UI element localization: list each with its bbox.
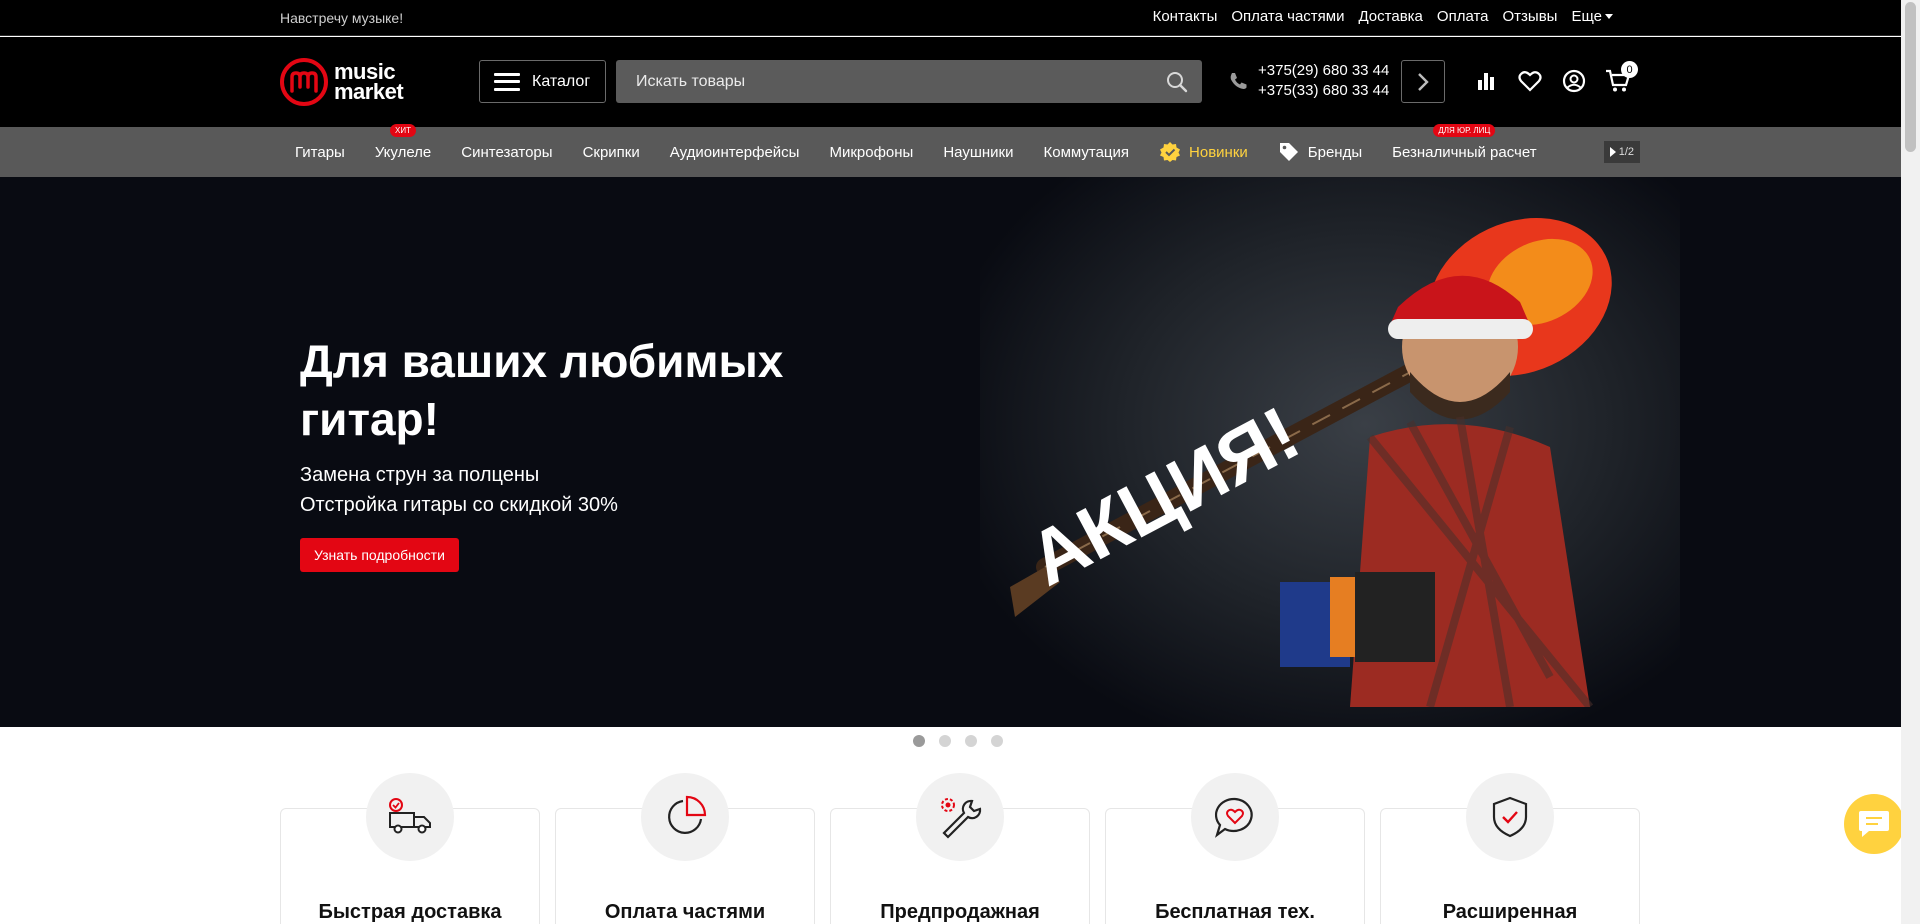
logo[interactable]: music market: [280, 57, 416, 107]
learn-more-button[interactable]: Узнать подробности: [300, 538, 459, 572]
feature-card[interactable]: Быстрая доставка: [280, 773, 540, 924]
nav-label: Коммутация: [1043, 143, 1130, 161]
nav-label: Гитары: [295, 143, 345, 161]
header: music market Каталог +375(29) 680 33 44 …: [0, 37, 1901, 127]
top-links: Контакты Оплата частями Доставка Оплата …: [1153, 8, 1613, 25]
new-badge-icon: [1160, 142, 1181, 162]
more-label: Еще: [1571, 8, 1602, 25]
legal-entities-badge: ДЛЯ ЮР. ЛИЦ: [1433, 124, 1496, 137]
nav-item-synthesizers[interactable]: Синтезаторы: [446, 127, 567, 177]
search-input[interactable]: [616, 72, 1136, 91]
page-scrollbar[interactable]: [1901, 0, 1920, 924]
slider-dots: [913, 735, 1003, 747]
pie-chart-icon: [641, 773, 729, 861]
chat-icon: [1859, 811, 1889, 837]
search-icon[interactable]: [1166, 71, 1188, 93]
slider-dot-3[interactable]: [965, 735, 977, 747]
hero-guitarist-image: АКЦИЯ!: [1010, 218, 1612, 707]
scrollbar-thumb[interactable]: [1905, 2, 1916, 152]
top-link-reviews[interactable]: Отзывы: [1503, 8, 1558, 25]
arrow-right-icon: [1609, 147, 1616, 157]
feature-title: Предпродажная: [880, 901, 1040, 923]
hero-line-2: Отстройка гитары со скидкой 30%: [300, 494, 618, 516]
top-link-payment[interactable]: Оплата: [1437, 8, 1489, 25]
header-icons: 0: [1472, 61, 1638, 95]
feature-title: Оплата частями: [604, 901, 766, 923]
chat-heart-icon: [1191, 773, 1279, 861]
nav-label: Синтезаторы: [461, 143, 553, 161]
favorites-heart-icon[interactable]: [1516, 67, 1544, 95]
logo-line-2: market: [334, 79, 404, 104]
phone-number-2[interactable]: +375(33) 680 33 44: [1258, 81, 1389, 101]
cart-count-badge: 0: [1621, 61, 1638, 78]
top-link-delivery[interactable]: Доставка: [1358, 8, 1422, 25]
delivery-truck-icon: [366, 773, 454, 861]
phone-icon: [1230, 73, 1247, 89]
tag-icon: [1279, 143, 1298, 161]
slider-dot-1[interactable]: [913, 735, 925, 747]
tagline: Навстречу музыке!: [280, 10, 404, 26]
feature-title: Расширенная: [1442, 901, 1578, 923]
menu-icon: [494, 72, 520, 91]
feature-card[interactable]: Оплата частями: [555, 773, 815, 924]
nav-label: Безналичный расчет: [1392, 143, 1537, 161]
nav-label: Скрипки: [582, 143, 640, 161]
nav-item-guitars[interactable]: Гитары: [280, 127, 360, 177]
phones: +375(29) 680 33 44 +375(33) 680 33 44: [1228, 61, 1389, 101]
wrench-gear-icon: [916, 773, 1004, 861]
nav-label: Микрофоны: [829, 143, 914, 161]
nav-item-microphones[interactable]: Микрофоны: [814, 127, 928, 177]
nav-label: Бренды: [1307, 143, 1363, 161]
cart-button[interactable]: 0: [1604, 61, 1638, 95]
features-row: Быстрая доставка Оплата частями Предпрод…: [280, 773, 1640, 924]
category-nav: Гитары ХИТ Укулеле Синтезаторы Скрипки А…: [0, 124, 1901, 177]
nav-item-headphones[interactable]: Наушники: [928, 127, 1028, 177]
slider-dot-4[interactable]: [991, 735, 1003, 747]
nav-pager-label: 1/2: [1618, 146, 1634, 158]
logo-text: music market: [334, 61, 404, 104]
top-link-more[interactable]: Еще: [1571, 8, 1613, 25]
catalog-button[interactable]: Каталог: [479, 60, 606, 103]
nav-item-ukuleles[interactable]: ХИТ Укулеле: [360, 124, 446, 177]
nav-item-brands[interactable]: Бренды: [1263, 127, 1377, 177]
top-link-installments[interactable]: Оплата частями: [1231, 8, 1344, 25]
phones-expand-button[interactable]: [1401, 60, 1445, 103]
hero-banner[interactable]: Для ваших любимых гитар! Замена струн за…: [0, 177, 1901, 727]
feature-title: Бесплатная тех.: [1155, 901, 1315, 923]
chevron-down-icon: [1605, 14, 1613, 19]
catalog-label: Каталог: [532, 72, 591, 90]
nav-label: Наушники: [943, 143, 1014, 161]
nav-label: Новинки: [1189, 143, 1248, 161]
compare-icon[interactable]: [1472, 67, 1500, 95]
logo-mark-icon: [280, 58, 328, 106]
nav-item-new[interactable]: Новинки: [1144, 127, 1263, 177]
phone-number-1[interactable]: +375(29) 680 33 44: [1258, 61, 1389, 81]
feature-card[interactable]: Предпродажная: [830, 773, 1090, 924]
nav-item-violins[interactable]: Скрипки: [568, 127, 655, 177]
nav-item-cashless[interactable]: ДЛЯ ЮР. ЛИЦ Безналичный расчет: [1377, 124, 1551, 177]
top-bar: Навстречу музыке! Контакты Оплата частям…: [0, 0, 1901, 36]
shield-check-icon: [1466, 773, 1554, 861]
hero-subtitle: Замена струн за полцены Отстройка гитары…: [300, 460, 618, 520]
slider-dot-2[interactable]: [939, 735, 951, 747]
hit-badge: ХИТ: [390, 124, 417, 137]
nav-item-audio-interfaces[interactable]: Аудиоинтерфейсы: [655, 127, 815, 177]
promo-text: АКЦИЯ!: [1016, 391, 1313, 603]
top-link-contacts[interactable]: Контакты: [1153, 8, 1218, 25]
nav-pager[interactable]: 1/2: [1603, 141, 1640, 163]
chevron-right-icon: [1418, 72, 1429, 91]
nav-item-cables[interactable]: Коммутация: [1029, 127, 1145, 177]
feature-card[interactable]: Расширенная: [1380, 773, 1640, 924]
feature-card[interactable]: Бесплатная тех.: [1105, 773, 1365, 924]
nav-label: Аудиоинтерфейсы: [669, 143, 800, 161]
chat-widget-button[interactable]: [1844, 794, 1904, 854]
hero-title: Для ваших любимых гитар!: [300, 335, 784, 445]
feature-title: Быстрая доставка: [318, 901, 502, 923]
search-box: [616, 60, 1202, 103]
account-icon[interactable]: [1560, 67, 1588, 95]
hero-line-1: Замена струн за полцены: [300, 464, 540, 486]
nav-label: Укулеле: [374, 143, 432, 161]
